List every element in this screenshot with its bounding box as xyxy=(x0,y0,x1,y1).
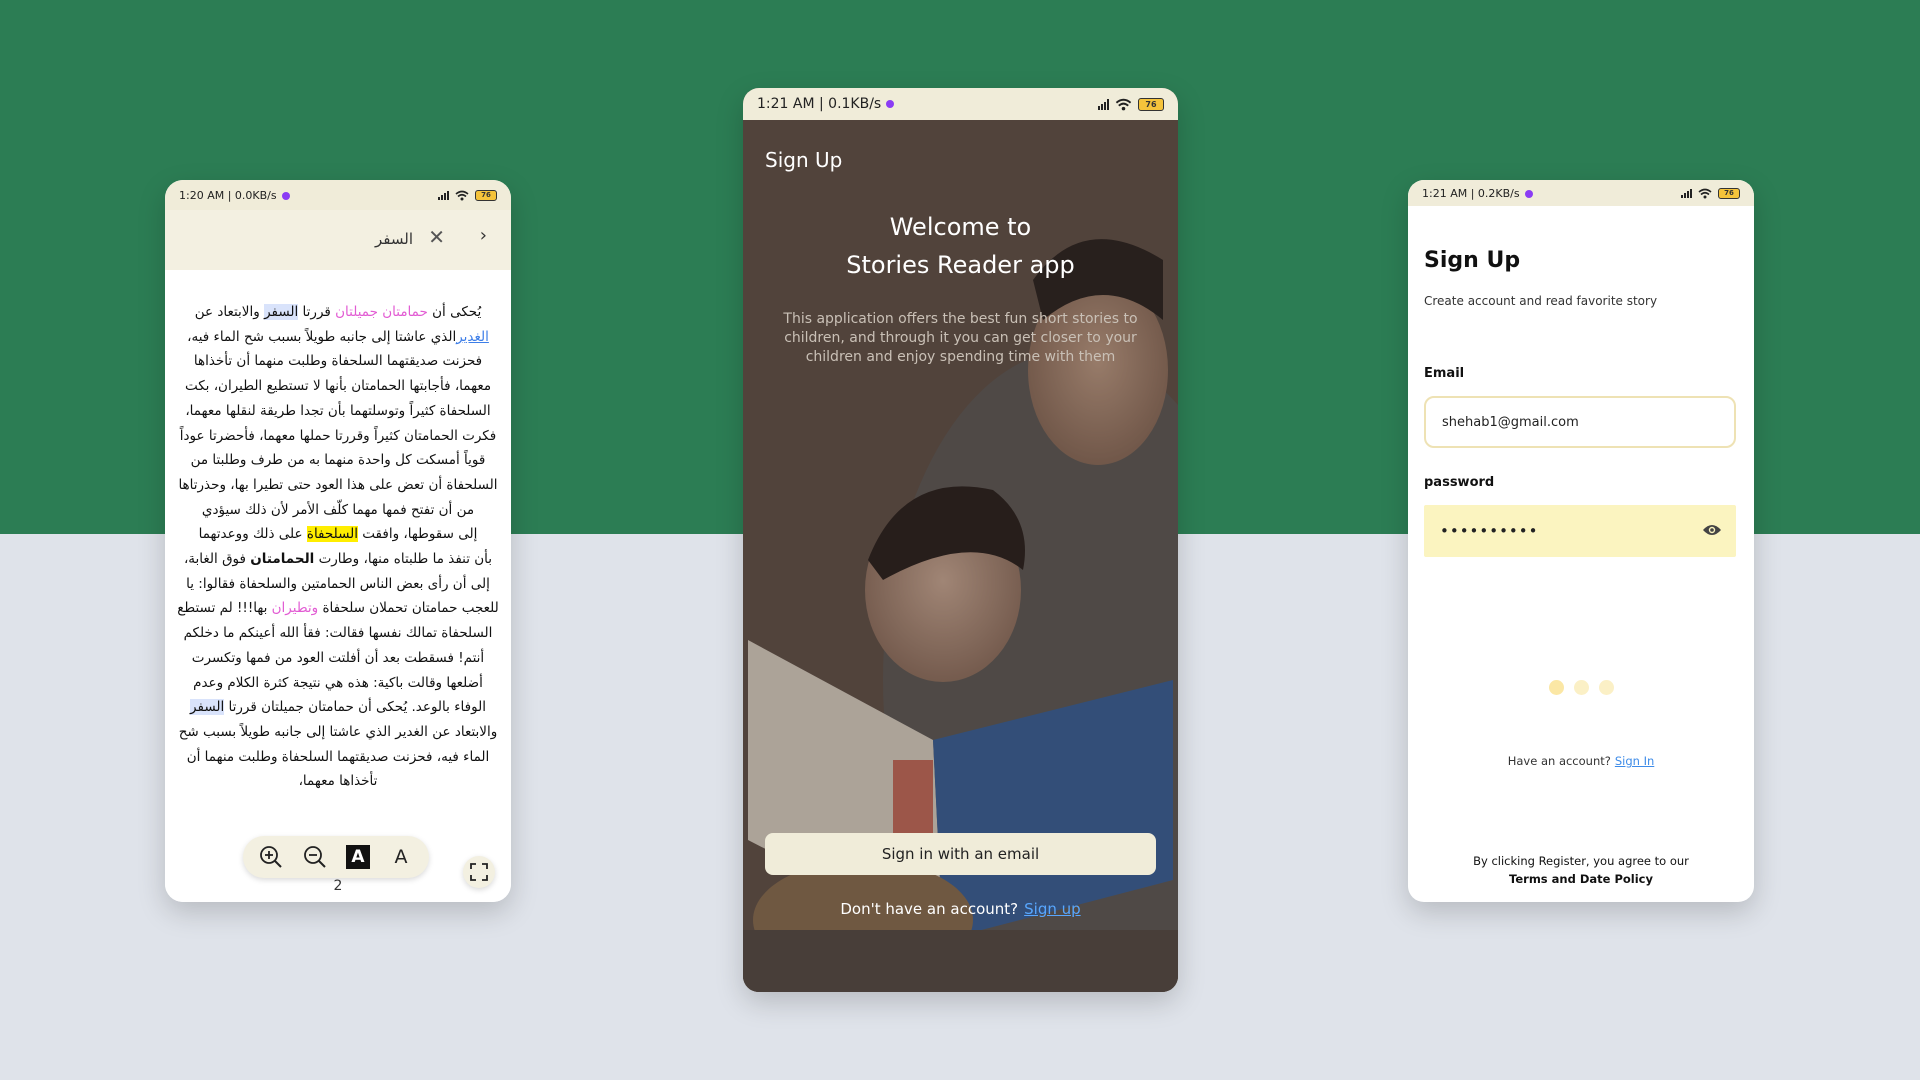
signal-icon xyxy=(438,190,449,200)
bold-font-button[interactable]: A xyxy=(346,845,370,869)
loader-dot xyxy=(1598,680,1614,695)
status-bar: 1:21 AM | 0.2KB/s 76 xyxy=(1408,180,1754,206)
story-text: يُحكى أن حمامتان جميلتان قررتا السفر وال… xyxy=(177,304,499,790)
page-subtitle: Create account and read favorite story xyxy=(1424,294,1658,308)
wifi-icon xyxy=(1698,188,1712,198)
page-number: 2 xyxy=(333,878,343,894)
link-word[interactable]: الغدير xyxy=(456,329,489,345)
have-account-text: Have an account? xyxy=(1507,754,1611,768)
email-field[interactable]: shehab1@gmail.com xyxy=(1424,396,1736,448)
signal-icon xyxy=(1098,98,1109,110)
search-bar: السفر ✕ › xyxy=(165,210,511,295)
highlight-yellow: السلحفاة xyxy=(306,526,358,543)
status-bar: 1:20 AM | 0.0KB/s 76 xyxy=(165,180,511,210)
loading-indicator xyxy=(1408,680,1754,695)
highlight-pink: حمامتان جميلتان xyxy=(335,304,428,320)
no-account-row: Don't have an account? Sign up xyxy=(743,900,1178,918)
welcome-heading: Welcome to Stories Reader app xyxy=(846,213,1075,279)
battery-icon: 76 xyxy=(1138,97,1164,111)
zoom-out-icon[interactable] xyxy=(302,844,328,870)
close-icon[interactable]: ✕ xyxy=(428,225,445,249)
welcome-phone: 1:21 AM | 0.1KB/s 76 Sign Up Welcome to … xyxy=(743,88,1178,992)
battery-icon: 76 xyxy=(1718,187,1740,199)
have-account-row: Have an account? Sign In xyxy=(1408,754,1754,768)
bold-word: الحمامتان xyxy=(250,551,315,568)
status-time: 1:21 AM | 0.1KB/s xyxy=(757,96,895,112)
search-input[interactable]: السفر xyxy=(375,230,413,248)
messenger-icon xyxy=(281,191,290,200)
wifi-icon xyxy=(455,190,469,200)
password-value: •••••••••• xyxy=(1440,522,1539,540)
page-title: Sign Up xyxy=(1424,248,1521,273)
password-label: password xyxy=(1424,475,1495,490)
reader-toolbar: A A xyxy=(243,836,429,878)
search-match: السفر xyxy=(190,699,225,716)
sign-in-link[interactable]: Sign In xyxy=(1615,754,1654,768)
terms-text: By clicking Register, you agree to our T… xyxy=(1408,852,1754,888)
signup-phone: 1:21 AM | 0.2KB/s 76 Sign Up Create acco… xyxy=(1408,180,1754,902)
app-description: This application offers the best fun sho… xyxy=(783,311,1138,365)
highlight-pink: وتطيران xyxy=(271,600,319,617)
status-time: 1:20 AM | 0.0KB/s xyxy=(179,189,290,202)
chevron-right-icon[interactable]: › xyxy=(480,225,487,246)
battery-icon: 76 xyxy=(475,189,497,201)
no-account-text: Don't have an account? xyxy=(840,900,1019,918)
loader-dot xyxy=(1573,680,1589,695)
status-time: 1:21 AM | 0.2KB/s xyxy=(1422,187,1533,200)
email-label: Email xyxy=(1424,366,1465,381)
signal-icon xyxy=(1681,188,1692,198)
terms-line: By clicking Register, you agree to our xyxy=(1473,854,1689,868)
sign-in-email-button[interactable]: Sign in with an email xyxy=(765,833,1156,875)
fullscreen-icon[interactable] xyxy=(463,856,495,888)
reader-phone: 1:20 AM | 0.0KB/s 76 السفر ✕ › يُحكى أن … xyxy=(165,180,511,902)
messenger-icon xyxy=(1524,189,1533,198)
terms-policy-link[interactable]: Terms and Date Policy xyxy=(1408,870,1754,888)
search-match: السفر xyxy=(264,304,299,320)
loader-dot xyxy=(1548,680,1564,695)
status-bar: 1:21 AM | 0.1KB/s 76 xyxy=(743,88,1178,120)
wifi-icon xyxy=(1115,98,1132,110)
sign-up-link[interactable]: Sign up xyxy=(1024,900,1081,918)
messenger-icon xyxy=(886,100,895,108)
password-field[interactable]: •••••••••• xyxy=(1424,505,1736,557)
zoom-in-icon[interactable] xyxy=(258,844,284,870)
eye-icon[interactable] xyxy=(1702,522,1722,542)
regular-font-button[interactable]: A xyxy=(388,844,414,870)
page-title: Sign Up xyxy=(765,148,843,172)
